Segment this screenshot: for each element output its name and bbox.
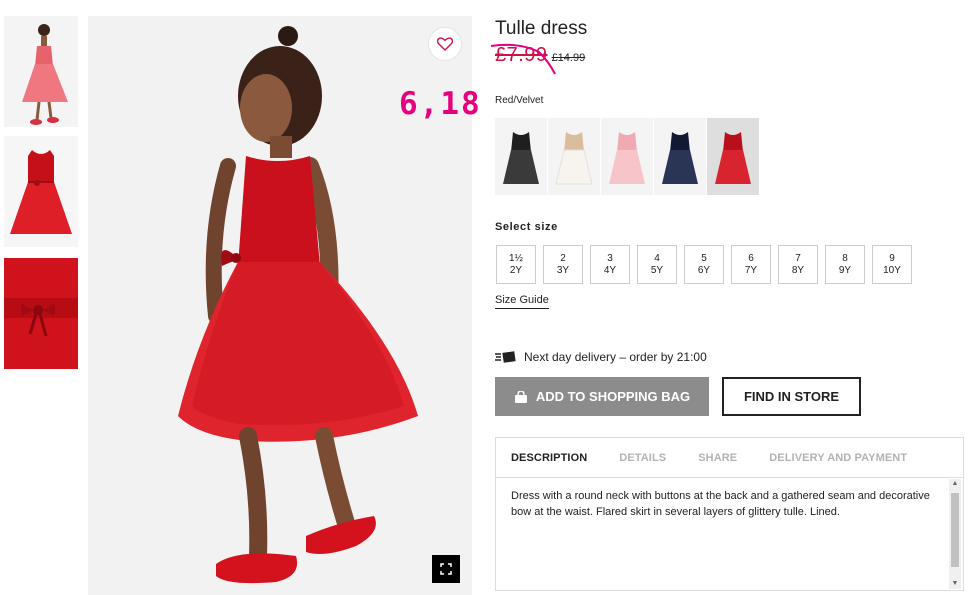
thumbnail-dress-detail[interactable] [4,258,78,369]
tab-description[interactable]: DESCRIPTION [511,452,587,464]
swatch-pink[interactable] [601,118,653,195]
tab-share[interactable]: SHARE [698,452,737,464]
dress-swatch-image [609,131,645,184]
favourite-button[interactable] [428,27,462,61]
dress-bow-detail-image [4,258,78,369]
size-age: 6Y [697,264,711,276]
add-to-shopping-bag-button[interactable]: ADD TO SHOPPING BAG [495,377,709,416]
swatch-red-selected[interactable] [707,118,759,195]
size-number: 8 [842,252,848,264]
size-age: 2Y [509,264,523,276]
size-option[interactable]: 8 9Y [825,245,865,284]
size-number: 9 [889,252,895,264]
delivery-info: Next day delivery – order by 21:00 [495,350,707,364]
size-number: 6 [748,252,754,264]
thumbnail-full-view[interactable] [4,16,78,127]
size-age: 5Y [650,264,664,276]
product-title: Tulle dress [495,18,588,39]
dress-swatch-image [715,131,751,184]
size-option[interactable]: 6 7Y [731,245,771,284]
swatch-beige[interactable] [548,118,600,195]
price-row: £7.99 £14.99 [495,44,585,72]
size-option[interactable]: 5 6Y [684,245,724,284]
delivery-truck-icon [495,351,516,363]
size-age: 4Y [603,264,617,276]
scrollbar-thumb[interactable] [951,493,959,567]
dress-full-view-image [22,24,68,125]
swatch-black[interactable] [495,118,547,195]
size-number: 7 [795,252,801,264]
scroll-up-arrow-icon[interactable]: ▲ [949,479,961,489]
color-label: Red/Velvet [495,95,544,106]
tab-details[interactable]: DETAILS [619,452,666,464]
size-guide-link[interactable]: Size Guide [495,294,549,309]
tab-list: DESCRIPTION DETAILS SHARE DELIVERY AND P… [496,438,963,478]
size-age: 7Y [744,264,758,276]
product-info-tabs: DESCRIPTION DETAILS SHARE DELIVERY AND P… [495,437,964,591]
description-text: Dress with a round neck with buttons at … [511,490,930,518]
tab-delivery-and-payment[interactable]: DELIVERY AND PAYMENT [769,452,907,464]
handwritten-price-annotation: 6,18 [399,86,482,122]
size-age: 8Y [791,264,805,276]
shopping-bag-icon [514,390,527,403]
thumbnail-dress-front[interactable] [4,136,78,247]
expand-icon [440,563,452,575]
color-swatches [495,118,759,195]
size-age: 10Y [883,264,901,276]
description-scrollbar[interactable]: ▲ ▼ [949,479,961,589]
delivery-text: Next day delivery – order by 21:00 [524,350,707,364]
original-price: £14.99 [551,52,586,64]
dress-swatch-image [503,131,539,184]
select-size-label: Select size [495,221,558,233]
size-number: 5 [701,252,707,264]
size-number: 4 [654,252,660,264]
add-to-bag-label: ADD TO SHOPPING BAG [535,389,691,404]
size-option[interactable]: 7 8Y [778,245,818,284]
size-age: 9Y [838,264,852,276]
size-options: 1½ 2Y 2 3Y 3 4Y 4 5Y 5 6Y 6 7Y 7 8Y 8 9Y 9 10Y [496,245,912,284]
size-number: 3 [607,252,613,264]
dress-front-image [10,150,72,234]
swatch-navy[interactable] [654,118,706,195]
size-option[interactable]: 2 3Y [543,245,583,284]
size-option[interactable]: 1½ 2Y [496,245,536,284]
scroll-down-arrow-icon[interactable]: ▼ [949,579,961,589]
size-option[interactable]: 3 4Y [590,245,630,284]
dress-swatch-image [555,131,593,184]
find-in-store-button[interactable]: FIND IN STORE [722,377,861,416]
size-number: 2 [560,252,566,264]
sale-price: £7.99 [495,44,548,66]
dress-swatch-image [662,131,698,184]
heart-icon [437,37,453,51]
size-option[interactable]: 4 5Y [637,245,677,284]
fullscreen-button[interactable] [432,555,460,583]
size-option[interactable]: 9 10Y [872,245,912,284]
size-number: 1½ [509,252,523,264]
size-age: 3Y [556,264,570,276]
